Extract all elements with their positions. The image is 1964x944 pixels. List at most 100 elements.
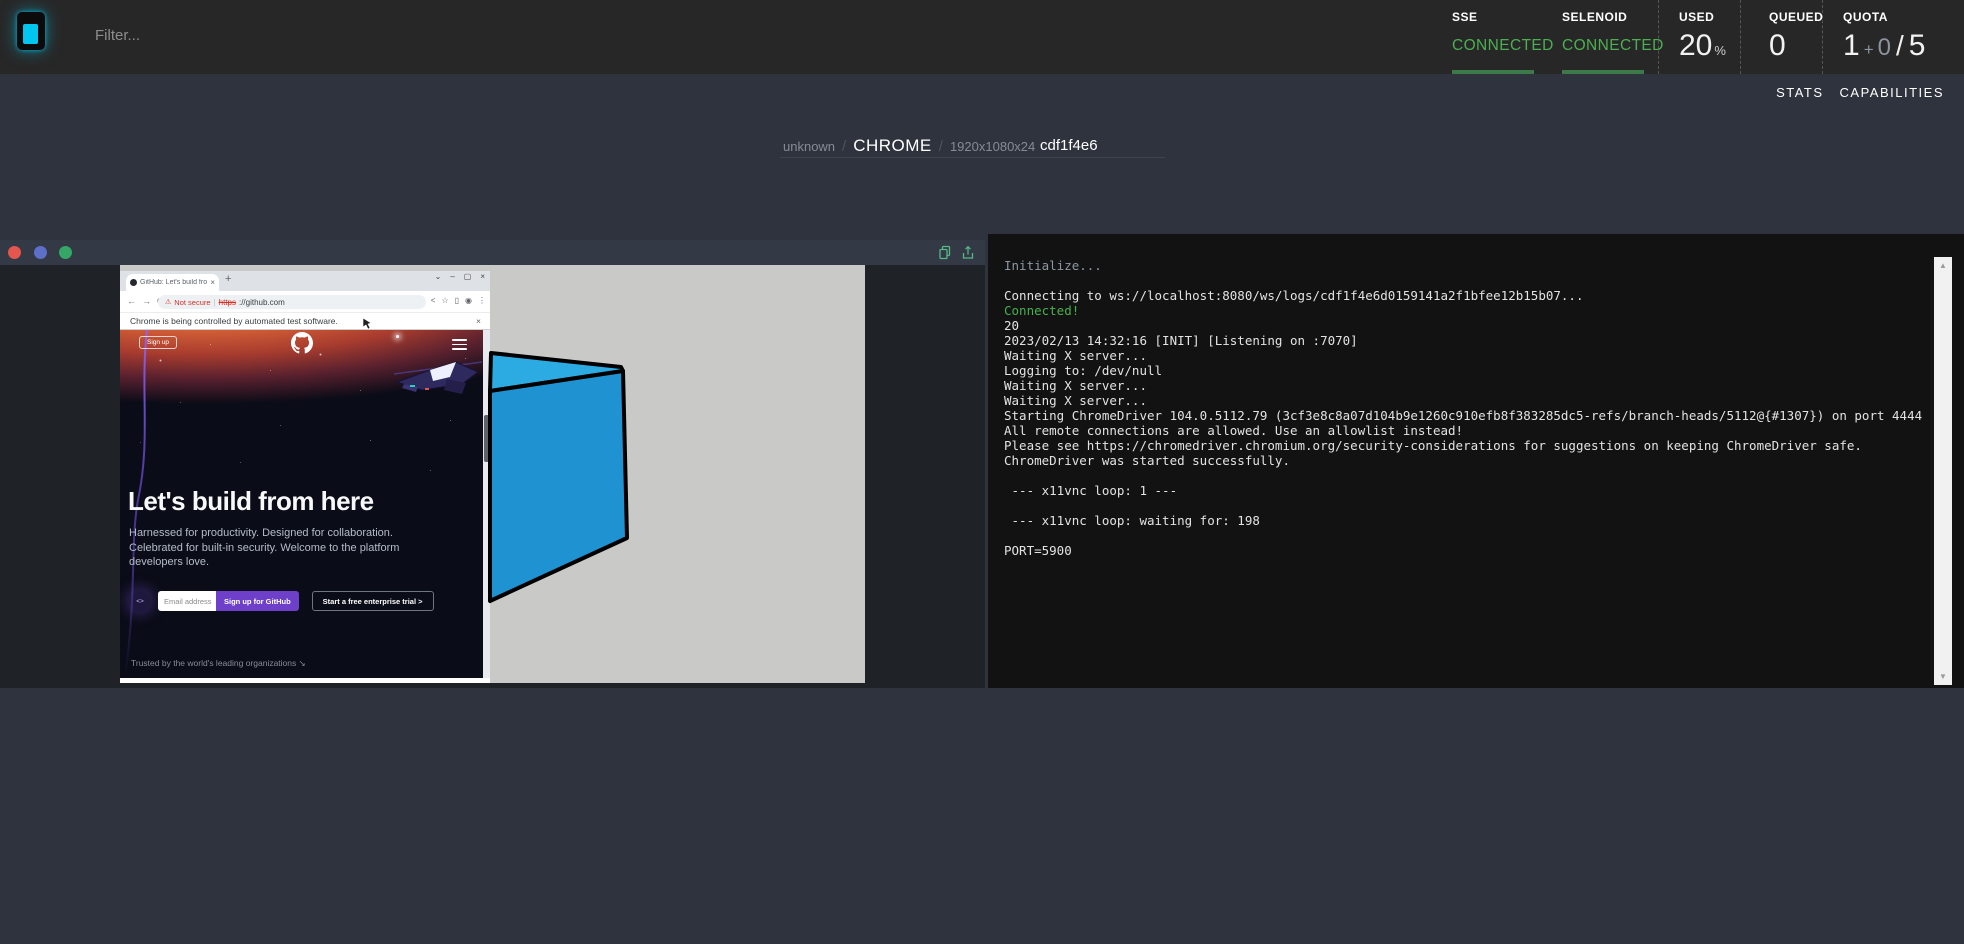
log-line: Logging to: /dev/null [1004, 363, 1922, 378]
github-paragraph-line: Harnessed for productivity. Designed for… [129, 526, 399, 541]
kebab-menu-icon: ⋮ [478, 296, 486, 305]
session-browser-label: unknown [783, 139, 835, 154]
automation-infobar: Chrome is being controlled by automated … [120, 312, 490, 330]
fullscreen-traffic-light[interactable] [59, 246, 72, 259]
session-resolution: 1920x1080x24 [950, 139, 1035, 154]
nav-links: STATS CAPABILITIES [1776, 85, 1944, 100]
github-enterprise-cta-button: Start a free enterprise trial > [312, 591, 434, 611]
scrollbar-up-arrow-icon[interactable]: ▲ [1934, 261, 1952, 270]
code-badge-icon: <> [130, 591, 150, 611]
used-unit: % [1714, 43, 1726, 58]
browser-toolbar-icons: < ☆ ▯ ◉ ⋮ [431, 296, 486, 305]
profile-avatar-icon: ◉ [465, 296, 472, 305]
vnc-screen[interactable]: GitHub: Let's build from he... × + ⌄ – ▢… [120, 265, 865, 683]
quota-total: 5 [1909, 29, 1926, 62]
back-icon: ← [127, 296, 136, 307]
browser-minimize-icon: – [450, 272, 454, 281]
session-log-panel: Initialize... Connecting to ws://localho… [988, 234, 1964, 688]
selenoid-status-underline [1562, 70, 1644, 74]
vnc-body: GitHub: Let's build from he... × + ⌄ – ▢… [0, 265, 985, 688]
github-paragraph-line: developers love. [129, 555, 399, 570]
nav-link-stats[interactable]: STATS [1776, 85, 1823, 100]
minimize-traffic-light[interactable] [34, 246, 47, 259]
scrollbar-down-arrow-icon[interactable]: ▼ [1934, 672, 1952, 681]
session-row[interactable]: unknown/CHROME/1920x1080x24 cdf1f4e6 [780, 130, 1165, 158]
log-output: Initialize... Connecting to ws://localho… [1004, 258, 1922, 558]
url-scheme: https [219, 298, 236, 307]
queued-label: QUEUED [1769, 10, 1822, 24]
browser-maximize-icon: ▢ [464, 272, 472, 281]
github-page: Sign up [120, 330, 490, 678]
spaceship-illustration [392, 342, 484, 410]
remote-browser-window: GitHub: Let's build from he... × + ⌄ – ▢… [120, 271, 490, 683]
selenoid-status-block: SELENOID CONNECTED [1562, 0, 1658, 74]
browser-window-controls: ⌄ – ▢ × [435, 272, 485, 281]
nav-link-capabilities[interactable]: CAPABILITIES [1840, 85, 1944, 100]
quota-slash: / [1896, 30, 1904, 61]
quota-pending: 0 [1878, 34, 1891, 61]
close-traffic-light[interactable] [8, 246, 21, 259]
log-line: 2023/02/13 14:32:16 [INIT] [Listening on… [1004, 333, 1922, 348]
used-value: 20% [1679, 29, 1740, 63]
log-line [1004, 273, 1922, 288]
log-line: --- x11vnc loop: 1 --- [1004, 483, 1922, 498]
queued-value: 0 [1769, 29, 1822, 63]
log-line: Waiting X server... [1004, 378, 1922, 393]
log-line: Connecting to ws://localhost:8080/ws/log… [1004, 288, 1922, 303]
sse-status-block: SSE CONNECTED [1452, 0, 1562, 74]
quota-value: 1+0/5 [1843, 29, 1964, 63]
vnc-window-header [0, 240, 985, 265]
log-line: --- x11vnc loop: waiting for: 198 [1004, 513, 1922, 528]
github-signup-cta-button: Sign up for GitHub [216, 591, 299, 611]
browser-bottom-edge [120, 678, 490, 683]
copy-clipboard-icon[interactable] [938, 245, 952, 260]
github-email-input: Email address [158, 591, 216, 611]
log-line: Starting ChromeDriver 104.0.5112.79 (3cf… [1004, 408, 1922, 423]
tab-title: GitHub: Let's build from he... [140, 279, 207, 286]
url-divider: | [214, 298, 216, 307]
url-bar: ⚠ Not secure | https ://github.com [158, 295, 426, 309]
status-header: SSE CONNECTED SELENOID CONNECTED USED 20… [1452, 0, 1964, 74]
sse-status-value: CONNECTED [1452, 37, 1562, 55]
log-line: ChromeDriver was started successfully. [1004, 453, 1922, 468]
quota-used: 1 [1843, 29, 1860, 62]
vnc-window: GitHub: Let's build from he... × + ⌄ – ▢… [0, 240, 985, 688]
upload-share-icon[interactable] [961, 245, 975, 260]
forward-icon: → [142, 296, 151, 307]
github-favicon-icon [130, 279, 137, 286]
log-line [1004, 468, 1922, 483]
infobar-text: Chrome is being controlled by automated … [130, 316, 338, 326]
log-line: Waiting X server... [1004, 393, 1922, 408]
tab-close-icon: × [210, 278, 215, 287]
sse-status-underline [1452, 70, 1534, 74]
vnc-actions [938, 245, 975, 260]
log-line: Waiting X server... [1004, 348, 1922, 363]
used-label: USED [1679, 10, 1740, 24]
browser-tabstrip: GitHub: Let's build from he... × + ⌄ – ▢… [120, 271, 490, 291]
log-line: Initialize... [1004, 258, 1922, 273]
log-line: Connected! [1004, 303, 1922, 318]
log-scrollbar[interactable]: ▲ ▼ [1934, 257, 1952, 685]
selenoid-ui-app: SSE CONNECTED SELENOID CONNECTED USED 20… [0, 0, 1964, 944]
browser-toolbar: ← → ⟳ ⚠ Not secure | https ://github.com [120, 291, 490, 312]
browser-close-icon: × [480, 272, 485, 281]
share-icon: < [431, 296, 436, 305]
github-page-scrollbar [483, 330, 490, 678]
filter-input[interactable] [95, 18, 615, 52]
queued-block: QUEUED 0 [1740, 0, 1822, 74]
github-octocat-logo-icon [291, 332, 313, 354]
top-bar: SSE CONNECTED SELENOID CONNECTED USED 20… [0, 0, 1964, 74]
session-id-link[interactable]: cdf1f4e6 [1040, 137, 1098, 154]
log-line [1004, 498, 1922, 513]
github-heading: Let's build from here [128, 486, 374, 517]
log-line [1004, 528, 1922, 543]
url-host: ://github.com [239, 298, 285, 307]
new-tab-icon: + [225, 273, 231, 285]
log-line: PORT=5900 [1004, 543, 1922, 558]
quota-plus: + [1864, 40, 1874, 59]
github-paragraph: Harnessed for productivity. Designed for… [129, 526, 399, 570]
session-browser-name: CHROME [853, 136, 932, 155]
infobar-close-icon: × [476, 316, 481, 326]
sse-label: SSE [1452, 10, 1562, 24]
warning-icon: ⚠ [165, 298, 171, 306]
